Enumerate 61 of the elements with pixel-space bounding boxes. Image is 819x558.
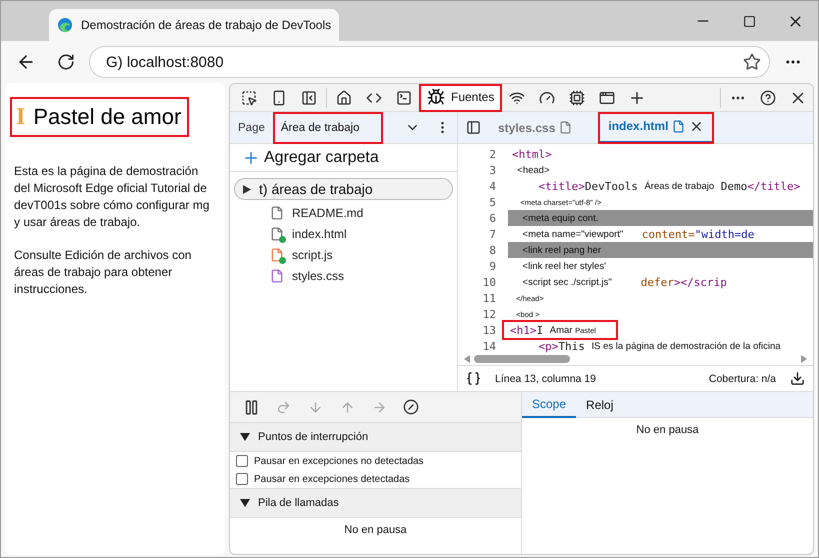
scroll-right-icon[interactable] [801, 355, 807, 363]
navigator-tab[interactable]: Área de trabajo [272, 112, 383, 144]
line-number: 13 [482, 324, 496, 336]
file-item[interactable]: script.js [230, 244, 457, 265]
sources-tab[interactable]: Fuentes [419, 84, 502, 112]
triangle-down-icon [240, 433, 250, 441]
refresh-icon[interactable] [57, 53, 75, 71]
maximize-icon[interactable] [742, 14, 756, 28]
paragraph: Esta es la página de demostración del Microsoft Edge oficial Tutorial de devT001s sobre cómo configurar mg y usar áreas de trabajo. [14, 163, 210, 231]
folder-item[interactable]: t) áreas de trabajo [234, 178, 453, 200]
code-line: <meta name="viewport" content="width=de [522, 226, 756, 242]
bug-icon [427, 88, 445, 106]
scrollbar-thumb[interactable] [474, 355, 570, 363]
favorite-star-icon[interactable] [743, 53, 761, 71]
line-number: 10 [482, 276, 496, 288]
file-item[interactable]: index.html [230, 223, 457, 244]
file-icon [672, 120, 686, 132]
file-tab[interactable]: index.html [598, 112, 714, 144]
code-line: <link reel her styles' [522, 260, 607, 274]
coverage-label: Cobertura: n/a [708, 372, 776, 384]
line-number: 11 [482, 292, 496, 304]
address-field[interactable]: G) localhost:8080 [89, 46, 770, 78]
download-icon[interactable] [790, 371, 805, 386]
status-message: No en pausa [635, 423, 700, 438]
code-line: <head> [516, 164, 551, 178]
line-number: 5 [488, 196, 496, 208]
browser-logo-icon [57, 17, 73, 33]
checkbox-option[interactable]: Pausar en excepciones no detectadas [230, 452, 521, 470]
checkbox-option[interactable]: Pausar en excepciones detectadas [230, 470, 521, 488]
braces-icon[interactable] [466, 371, 481, 386]
line-number: 12 [482, 308, 496, 320]
page-heading: I Pastel de amor [10, 97, 190, 137]
sidebar-tab[interactable]: Scope [522, 392, 576, 418]
line-number: 6 [488, 212, 496, 224]
section-header[interactable]: Puntos de interrupción [230, 422, 521, 452]
cursor-position: Línea 13, columna 19 [495, 372, 596, 384]
triangle-right-icon [243, 184, 251, 194]
line-number: 4 [488, 180, 496, 192]
line-number: 2 [488, 148, 496, 160]
line-number: 3 [488, 164, 496, 176]
line-number: 14 [482, 340, 496, 352]
file-item[interactable]: README.md [230, 202, 457, 223]
code-line: <title>DevTools Áreas de trabajo Demo</title> [537, 178, 802, 194]
navigator-tab[interactable]: Page [230, 112, 273, 144]
code-line: <html> [511, 146, 553, 162]
code-line: <p>This IS es la página de demostración de la oficina [537, 338, 782, 353]
triangle-down-icon [240, 499, 250, 507]
file-tab[interactable]: styles.css [488, 112, 582, 144]
line-number: 8 [488, 244, 496, 256]
section-header[interactable]: Pila de llamadas [230, 488, 521, 518]
line-number: 9 [488, 260, 496, 272]
code-line: <script sec ./script.js" defer></scrip [522, 274, 728, 290]
browser-tab[interactable]: Demostración de áreas de trabajo de DevTools [49, 9, 340, 41]
add-folder-button[interactable]: Agregar carpeta [230, 144, 457, 172]
line-number: 7 [488, 228, 496, 240]
file-item[interactable]: styles.css [230, 265, 457, 286]
paragraph: Consulte Edición de archivos con áreas de trabajo para obtener instrucciones. [14, 247, 192, 298]
sidebar-tab[interactable]: Reloj [576, 392, 624, 418]
file-icon [559, 121, 572, 134]
status-message: No en pausa [343, 523, 408, 538]
scroll-left-icon[interactable] [464, 355, 470, 363]
